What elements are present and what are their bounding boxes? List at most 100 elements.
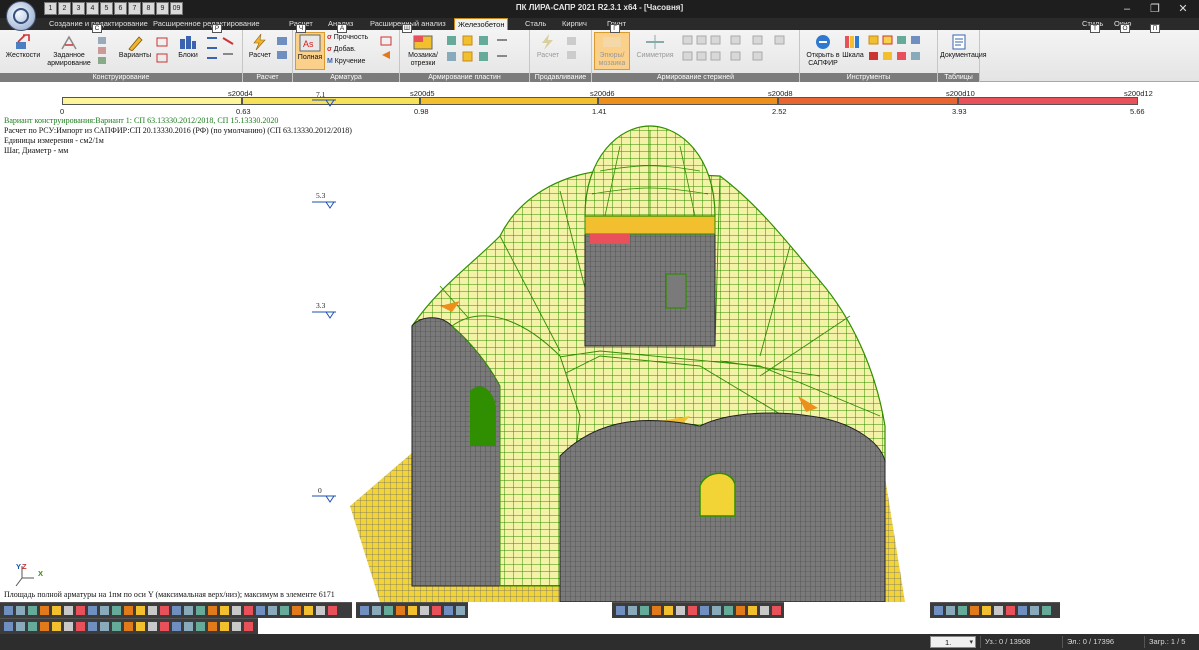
filter-tool-button-8[interactable] [700,606,709,615]
select-tool-button-1[interactable] [360,606,369,615]
view-tool-button-1[interactable] [4,606,13,615]
view-tool-button-3[interactable] [28,606,37,615]
calc-button[interactable]: Расчет [247,33,273,60]
scale-button[interactable]: Шкала [842,33,864,60]
small-tool-1[interactable] [96,36,108,69]
filter-tool-button-13[interactable] [760,606,769,615]
projection-tool-button-4[interactable] [970,606,979,615]
projection-tool-button-8[interactable] [1018,606,1027,615]
filter-tool-button-10[interactable] [724,606,733,615]
view-tool-button-7[interactable] [76,606,85,615]
select-tool-button-3[interactable] [384,606,393,615]
view-tool-button-23[interactable] [268,606,277,615]
filter-tool-button-1[interactable] [616,606,625,615]
given-reinforcement-button[interactable]: Заданное армирование [44,33,94,68]
mosaic-button[interactable]: Мозаика/ отрезки [404,33,442,68]
display-tool-button-13[interactable] [148,622,157,631]
select-tool-button-2[interactable] [372,606,381,615]
display-tool-button-10[interactable] [112,622,121,631]
view-tool-button-16[interactable] [184,606,193,615]
view-tool-button-22[interactable] [256,606,265,615]
minimize-button[interactable]: – [1112,1,1142,17]
projection-tool-button-3[interactable] [958,606,967,615]
view-tool-button-18[interactable] [208,606,217,615]
variants-button[interactable]: Варианты [116,33,154,60]
projection-tool-button-7[interactable] [1006,606,1015,615]
restore-button[interactable]: ❐ [1140,1,1170,17]
filter-tool-button-5[interactable] [664,606,673,615]
view-tool-button-24[interactable] [280,606,289,615]
view-tool-button-9[interactable] [100,606,109,615]
tab-reinforced-concrete[interactable]: Железобетон [454,18,509,30]
view-tool-button-27[interactable] [316,606,325,615]
projection-tool-button-6[interactable] [994,606,1003,615]
filter-tool-button-7[interactable] [688,606,697,615]
projection-tool-button-10[interactable] [1042,606,1051,615]
select-tool-button-9[interactable] [456,606,465,615]
projection-tool-button-9[interactable] [1030,606,1039,615]
projection-tool-button-1[interactable] [934,606,943,615]
select-tool-button-5[interactable] [408,606,417,615]
display-tool-button-21[interactable] [244,622,253,631]
blocks-button[interactable]: Блоки [174,33,202,60]
view-tool-button-21[interactable] [244,606,253,615]
display-tool-button-9[interactable] [100,622,109,631]
select-tool-button-7[interactable] [432,606,441,615]
tab-steel[interactable]: Сталь [522,18,549,30]
projection-tool-button-2[interactable] [946,606,955,615]
filter-tool-button-2[interactable] [628,606,637,615]
display-tool-button-15[interactable] [172,622,181,631]
punching-options[interactable] [564,35,588,66]
punching-calc-button[interactable]: Расчет [534,33,562,60]
select-tool-button-4[interactable] [396,606,405,615]
model-viewport[interactable] [0,116,1199,602]
display-tool-button-5[interactable] [52,622,61,631]
filter-tool-button-9[interactable] [712,606,721,615]
view-tool-button-25[interactable] [292,606,301,615]
torsion-button[interactable]: M Кручение [327,57,365,67]
tab-advanced-edit[interactable]: Расширенное редактирование [150,18,263,30]
view-tool-button-6[interactable] [64,606,73,615]
display-tool-button-19[interactable] [220,622,229,631]
display-tool-button-1[interactable] [4,622,13,631]
view-tool-button-4[interactable] [40,606,49,615]
rod-mosaic-button[interactable]: Эпюры/ мозаика [594,32,630,70]
display-tool-button-7[interactable] [76,622,85,631]
calc-options[interactable] [275,35,289,66]
filter-tool-button-3[interactable] [640,606,649,615]
display-tool-button-12[interactable] [136,622,145,631]
view-tool-button-8[interactable] [88,606,97,615]
display-tool-button-3[interactable] [28,622,37,631]
display-tool-button-6[interactable] [64,622,73,631]
filter-tool-button-12[interactable] [748,606,757,615]
view-tool-button-15[interactable] [172,606,181,615]
view-tool-button-17[interactable] [196,606,205,615]
full-reinforcement-button[interactable]: As Полная [295,32,325,70]
plate-tools[interactable] [444,34,526,69]
open-sapfir-button[interactable]: Открыть в САПФИР [804,33,842,68]
view-tool-button-28[interactable] [328,606,337,615]
select-tool-button-8[interactable] [444,606,453,615]
display-tool-button-16[interactable] [184,622,193,631]
small-tool-2[interactable] [155,36,169,69]
reinforcement-extra[interactable] [379,35,395,66]
view-tool-button-19[interactable] [220,606,229,615]
strength-button[interactable]: σ Прочность [327,33,368,43]
filter-tool-button-11[interactable] [736,606,745,615]
select-tool-button-6[interactable] [420,606,429,615]
close-button[interactable]: ✕ [1168,1,1198,17]
view-tool-button-14[interactable] [160,606,169,615]
filter-tool-button-4[interactable] [652,606,661,615]
view-tool-button-11[interactable] [124,606,133,615]
added-button[interactable]: σ Добав. [327,45,356,55]
small-tools-3[interactable] [204,34,238,67]
projection-tool-button-5[interactable] [982,606,991,615]
display-tool-button-11[interactable] [124,622,133,631]
display-tool-button-14[interactable] [160,622,169,631]
tool-icons[interactable] [866,34,934,69]
symmetry-button[interactable]: Симметрия [636,33,674,60]
display-tool-button-20[interactable] [232,622,241,631]
display-tool-button-17[interactable] [196,622,205,631]
rod-tools[interactable] [680,34,796,69]
app-menu-button[interactable] [6,1,36,31]
